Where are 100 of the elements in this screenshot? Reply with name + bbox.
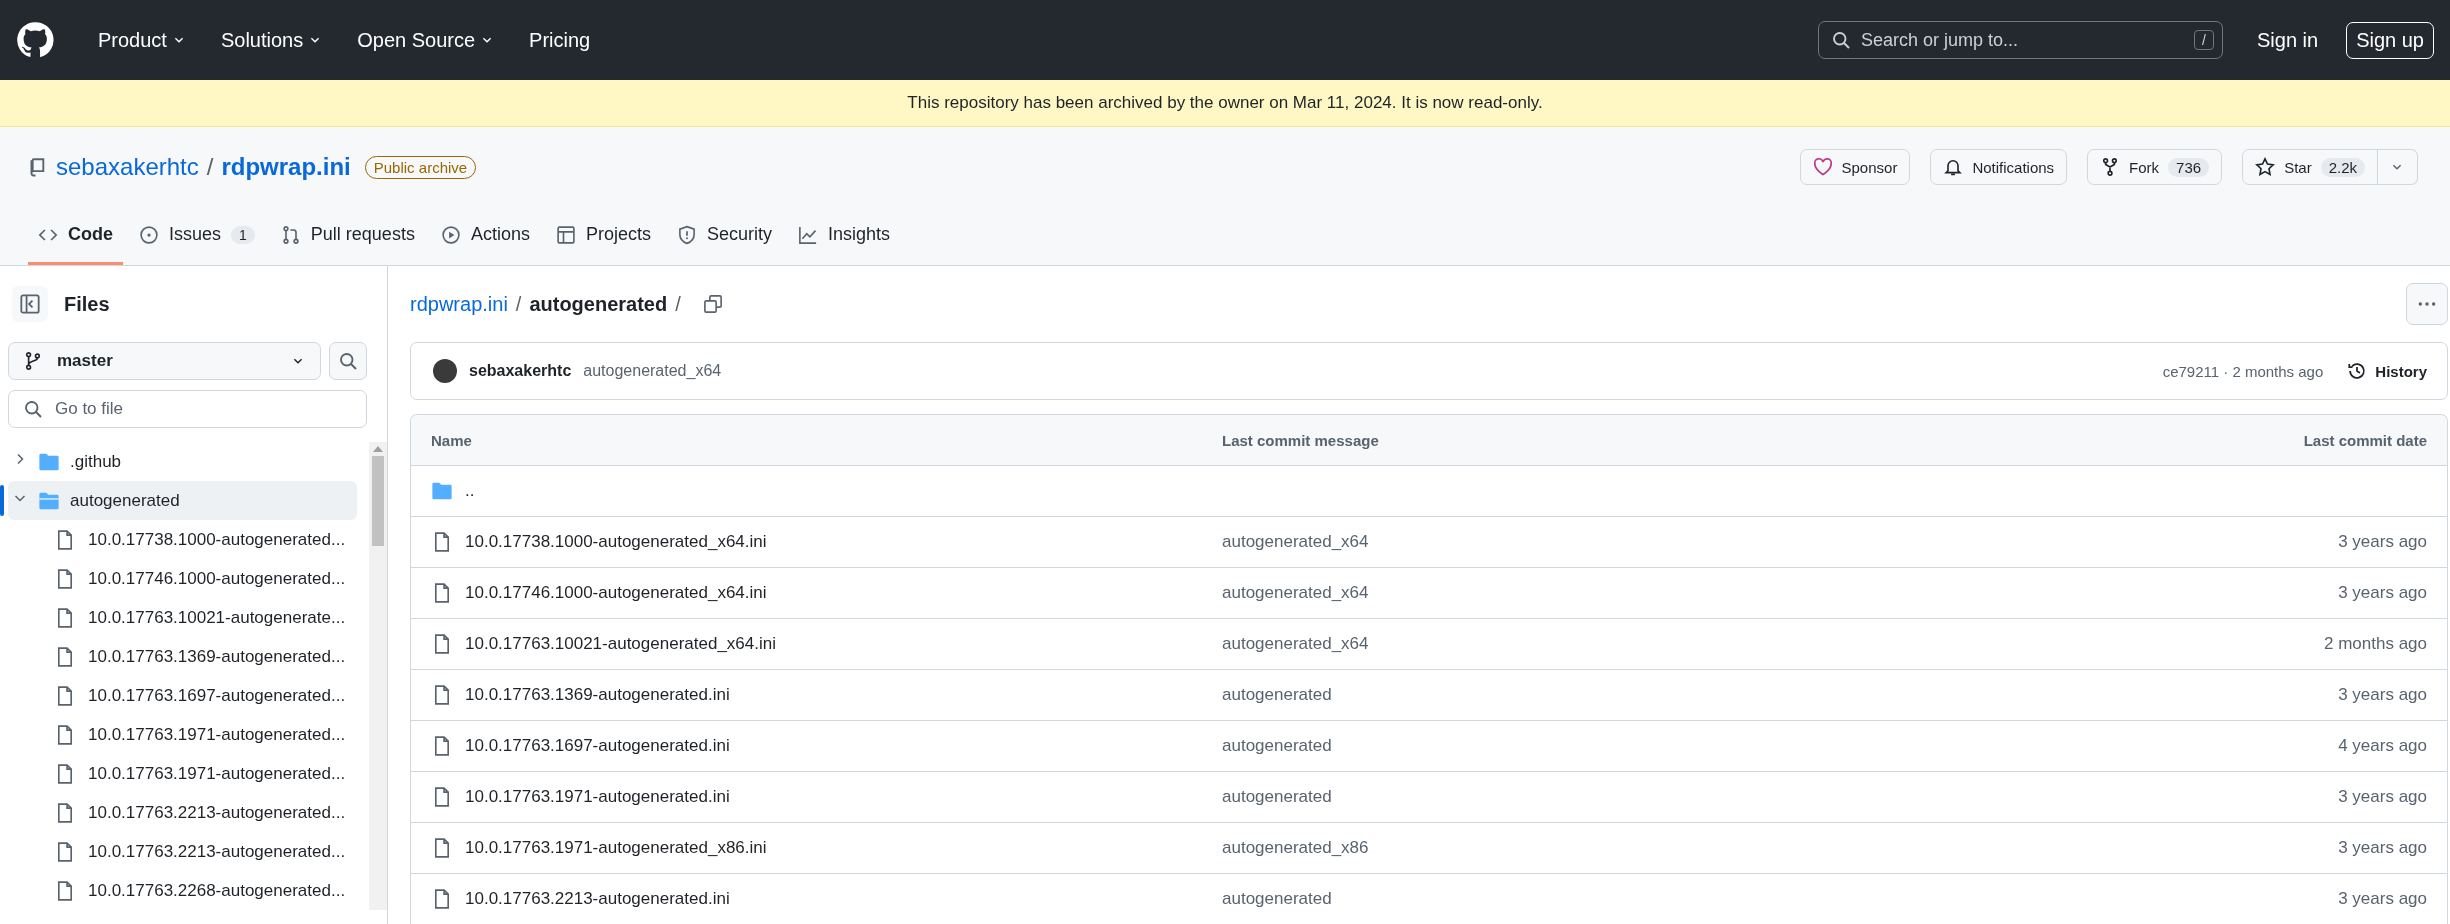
- play-icon: [440, 224, 461, 245]
- notifications-button[interactable]: Notifications: [1930, 149, 2068, 185]
- tree-file[interactable]: 10.0.17738.1000-autogenerated...: [8, 520, 357, 559]
- repo-tab[interactable]: Security: [666, 207, 782, 265]
- commit-message[interactable]: autogenerated: [1222, 685, 2187, 705]
- fork-button[interactable]: Fork 736: [2087, 149, 2223, 185]
- commit-message[interactable]: autogenerated: [1222, 736, 2187, 756]
- tree-file[interactable]: 10.0.17763.1697-autogenerated...: [8, 676, 357, 715]
- scrollbar-thumb[interactable]: [372, 456, 384, 546]
- issue-icon: [139, 224, 159, 245]
- dots-icon: [2417, 302, 2437, 306]
- file-link[interactable]: 10.0.17763.2213-autogenerated.ini: [465, 889, 730, 909]
- parent-directory-link[interactable]: ..: [465, 481, 475, 501]
- tree-file[interactable]: 10.0.17763.2213-autogenerated...: [8, 793, 357, 832]
- history-button[interactable]: History: [2347, 361, 2427, 381]
- sign-in-link[interactable]: Sign in: [2247, 22, 2329, 58]
- commit-date: 3 years ago: [2337, 685, 2428, 705]
- archive-banner: This repository has been archived by the owner on Mar 11, 2024. It is now read-only.: [0, 80, 2450, 127]
- path-separator: /: [675, 292, 681, 316]
- repo-tab[interactable]: Issues 1: [129, 207, 265, 265]
- owner-link[interactable]: sebaxakerhtc: [56, 153, 199, 181]
- file-link[interactable]: 10.0.17746.1000-autogenerated_x64.ini: [465, 583, 767, 603]
- search-icon: [23, 399, 43, 419]
- star-dropdown-button[interactable]: [2377, 149, 2418, 185]
- column-header: Last commit message: [1222, 431, 1380, 449]
- commit-date: 3 years ago: [2337, 787, 2428, 807]
- sign-up-button[interactable]: Sign up: [2346, 21, 2434, 59]
- commit-date: 3 years ago: [2337, 889, 2428, 909]
- repo-tab[interactable]: Pull requests: [270, 207, 425, 265]
- commit-date: 3 years ago: [2337, 838, 2428, 858]
- repo-tab[interactable]: Projects: [545, 207, 661, 265]
- tree-file[interactable]: 10.0.17763.1971-autogenerated...: [8, 754, 357, 793]
- counter: 1: [231, 225, 255, 244]
- commit-author-link[interactable]: sebaxakerhtc: [469, 362, 572, 380]
- search-icon: [338, 351, 358, 371]
- tree-file[interactable]: 10.0.17763.1369-autogenerated...: [8, 637, 357, 676]
- path-separator: /: [206, 153, 214, 181]
- star-icon: [2255, 157, 2276, 177]
- commit-date: 3 years ago: [2337, 583, 2428, 603]
- commit-message: autogenerated_x64: [583, 362, 723, 380]
- repo-name-link[interactable]: rdpwrap.ini: [221, 153, 351, 181]
- file-link[interactable]: 10.0.17763.1971-autogenerated_x86.ini: [465, 838, 767, 858]
- search-button[interactable]: [329, 342, 367, 380]
- sidebar-icon: [19, 293, 41, 315]
- go-to-file-field[interactable]: Go to file: [8, 390, 367, 428]
- nav-menu-item[interactable]: Pricing: [517, 22, 603, 58]
- column-header: Last commit date: [2302, 431, 2428, 449]
- scroll-up-icon[interactable]: [373, 446, 383, 452]
- graph-icon: [798, 224, 818, 245]
- breadcrumb-current: autogenerated: [529, 292, 668, 316]
- github-logo-icon: [16, 21, 54, 59]
- repo-tab[interactable]: Actions: [430, 207, 540, 265]
- commit-message[interactable]: autogenerated_x64: [1222, 634, 2187, 654]
- shield-icon: [676, 224, 697, 245]
- file-link[interactable]: 10.0.17763.10021-autogenerated_x64.ini: [465, 634, 776, 654]
- nav-menu-item[interactable]: Solutions: [208, 22, 336, 58]
- commit-message[interactable]: autogenerated_x64: [1222, 583, 2187, 603]
- counter: 2.2k: [2320, 157, 2365, 177]
- copy-icon: [702, 294, 723, 314]
- sponsor-button[interactable]: Sponsor: [1799, 149, 1911, 185]
- tree-file[interactable]: 10.0.17763.2213-autogenerated...: [8, 832, 357, 871]
- tree-file[interactable]: 10.0.17763.2268-autogenerated...: [8, 871, 357, 910]
- commit-message[interactable]: autogenerated_x86: [1222, 838, 2187, 858]
- tree-file[interactable]: 10.0.17763.1971-autogenerated...: [8, 715, 357, 754]
- commit-date: 3 years ago: [2337, 532, 2428, 552]
- nav-menu-item[interactable]: Open Source: [345, 22, 508, 58]
- repo-tab[interactable]: Insights: [788, 207, 901, 265]
- more-options-button[interactable]: [2406, 283, 2448, 325]
- tree-file[interactable]: 10.0.17763.10021-autogenerate...: [8, 598, 357, 637]
- search-field[interactable]: Search or jump to... /: [1818, 21, 2223, 59]
- commit-date: 2 months ago: [2323, 634, 2428, 654]
- branch-icon: [23, 351, 43, 371]
- shortcut-key: /: [2194, 30, 2214, 50]
- commit-hash-time[interactable]: ce79211 · 2 months ago: [2162, 362, 2324, 380]
- commit-message[interactable]: autogenerated: [1222, 889, 2187, 909]
- tree-folder[interactable]: .github: [8, 442, 357, 481]
- copy-path-button[interactable]: [702, 294, 723, 314]
- column-header: Name: [430, 431, 473, 449]
- bell-icon: [1943, 157, 1964, 177]
- collapse-panel-button[interactable]: [12, 286, 48, 322]
- table-icon: [555, 224, 576, 245]
- files-title: Files: [64, 292, 110, 316]
- nav-menu-item[interactable]: Product: [86, 22, 199, 58]
- breadcrumb-link[interactable]: rdpwrap.ini: [410, 292, 508, 316]
- selection-indicator: [0, 485, 4, 516]
- file-link[interactable]: 10.0.17763.1971-autogenerated.ini: [465, 787, 730, 807]
- commit-message[interactable]: autogenerated_x64: [1222, 532, 2187, 552]
- file-link[interactable]: 10.0.17763.1369-autogenerated.ini: [465, 685, 730, 705]
- tree-file[interactable]: 10.0.17746.1000-autogenerated...: [8, 559, 357, 598]
- heart-icon: [1812, 157, 1833, 177]
- star-button[interactable]: Star 2.2k: [2242, 149, 2378, 185]
- search-icon: [1831, 30, 1851, 50]
- file-link[interactable]: 10.0.17763.1697-autogenerated.ini: [465, 736, 730, 756]
- file-link[interactable]: 10.0.17738.1000-autogenerated_x64.ini: [465, 532, 767, 552]
- counter: 736: [2168, 157, 2210, 177]
- branch-selector[interactable]: master: [8, 342, 321, 380]
- path-separator: /: [515, 292, 522, 316]
- commit-message[interactable]: autogenerated: [1222, 787, 2187, 807]
- repo-tab[interactable]: Code: [28, 207, 123, 265]
- avatar: [433, 359, 457, 383]
